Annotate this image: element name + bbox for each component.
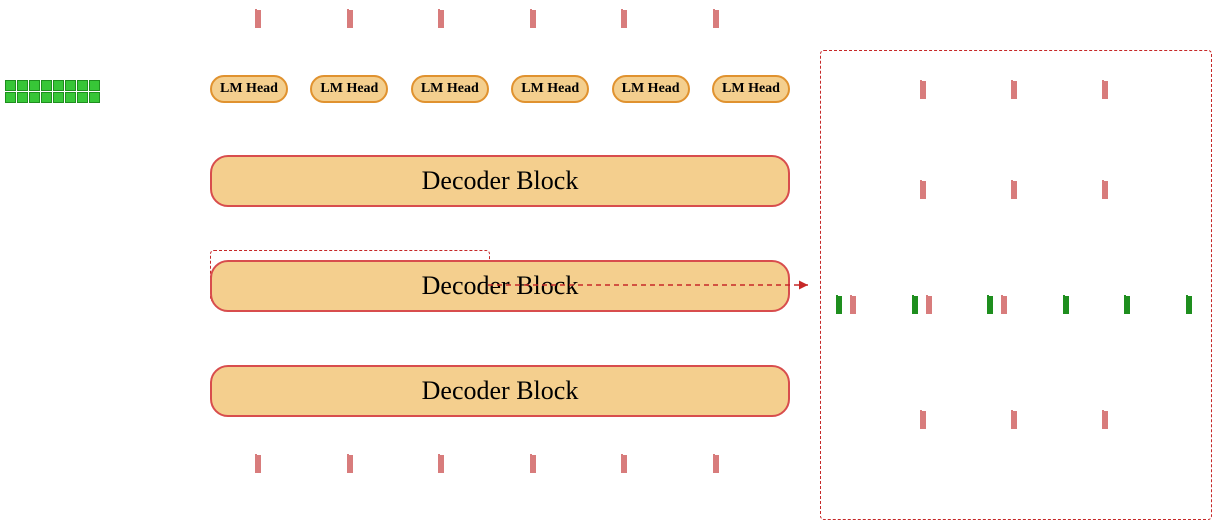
kv-pair bbox=[836, 296, 862, 314]
zoom-detail-panel bbox=[820, 50, 1212, 520]
detail-row-input bbox=[821, 411, 1213, 429]
extra-green-token bbox=[1186, 296, 1198, 314]
input-token bbox=[621, 455, 633, 473]
detail-token bbox=[920, 181, 932, 199]
output-token-row bbox=[210, 10, 770, 28]
green-cell bbox=[5, 80, 16, 91]
key-token bbox=[987, 296, 999, 314]
kv-pair bbox=[912, 296, 938, 314]
input-token bbox=[713, 455, 725, 473]
green-cell bbox=[89, 92, 100, 103]
detail-row-output bbox=[821, 81, 1213, 99]
input-token-row bbox=[210, 455, 770, 473]
output-token bbox=[438, 10, 450, 28]
detail-token bbox=[1102, 411, 1114, 429]
output-token bbox=[713, 10, 725, 28]
green-cell bbox=[77, 92, 88, 103]
green-cell bbox=[65, 92, 76, 103]
green-cell bbox=[89, 80, 100, 91]
extra-green-token bbox=[1124, 296, 1136, 314]
green-cell bbox=[41, 92, 52, 103]
extra-green-token bbox=[1063, 296, 1075, 314]
green-cell bbox=[41, 80, 52, 91]
value-token bbox=[1001, 296, 1013, 314]
detail-token bbox=[1011, 411, 1023, 429]
output-token bbox=[255, 10, 267, 28]
output-token bbox=[347, 10, 359, 28]
value-token bbox=[850, 296, 862, 314]
detail-token bbox=[1011, 81, 1023, 99]
input-token bbox=[530, 455, 542, 473]
detail-row-attention bbox=[821, 296, 1213, 314]
green-cell bbox=[77, 80, 88, 91]
lm-head: LM Head bbox=[310, 75, 388, 103]
output-token bbox=[621, 10, 633, 28]
detail-token bbox=[920, 411, 932, 429]
lm-head: LM Head bbox=[411, 75, 489, 103]
key-token bbox=[836, 296, 848, 314]
detail-row-hidden bbox=[821, 181, 1213, 199]
green-cell bbox=[5, 92, 16, 103]
decoder-block: Decoder Block bbox=[210, 365, 790, 417]
green-cell bbox=[29, 80, 40, 91]
prefix-tokens-grid bbox=[5, 80, 100, 103]
detail-token bbox=[920, 81, 932, 99]
input-token bbox=[438, 455, 450, 473]
detail-token bbox=[1102, 181, 1114, 199]
output-token bbox=[530, 10, 542, 28]
kv-pair bbox=[987, 296, 1013, 314]
decoder-block: Decoder Block bbox=[210, 155, 790, 207]
green-cell bbox=[65, 80, 76, 91]
green-cell bbox=[53, 92, 64, 103]
green-cell bbox=[17, 80, 28, 91]
lm-head-row: LM Head LM Head LM Head LM Head LM Head … bbox=[210, 75, 790, 103]
detail-token bbox=[1102, 81, 1114, 99]
lm-head: LM Head bbox=[210, 75, 288, 103]
key-token bbox=[912, 296, 924, 314]
green-cell bbox=[53, 80, 64, 91]
detail-token bbox=[1011, 181, 1023, 199]
input-token bbox=[255, 455, 267, 473]
green-cell bbox=[17, 92, 28, 103]
lm-head: LM Head bbox=[712, 75, 790, 103]
input-token bbox=[347, 455, 359, 473]
zoom-arrow bbox=[488, 270, 828, 300]
value-token bbox=[926, 296, 938, 314]
lm-head: LM Head bbox=[511, 75, 589, 103]
lm-head: LM Head bbox=[612, 75, 690, 103]
green-cell bbox=[29, 92, 40, 103]
